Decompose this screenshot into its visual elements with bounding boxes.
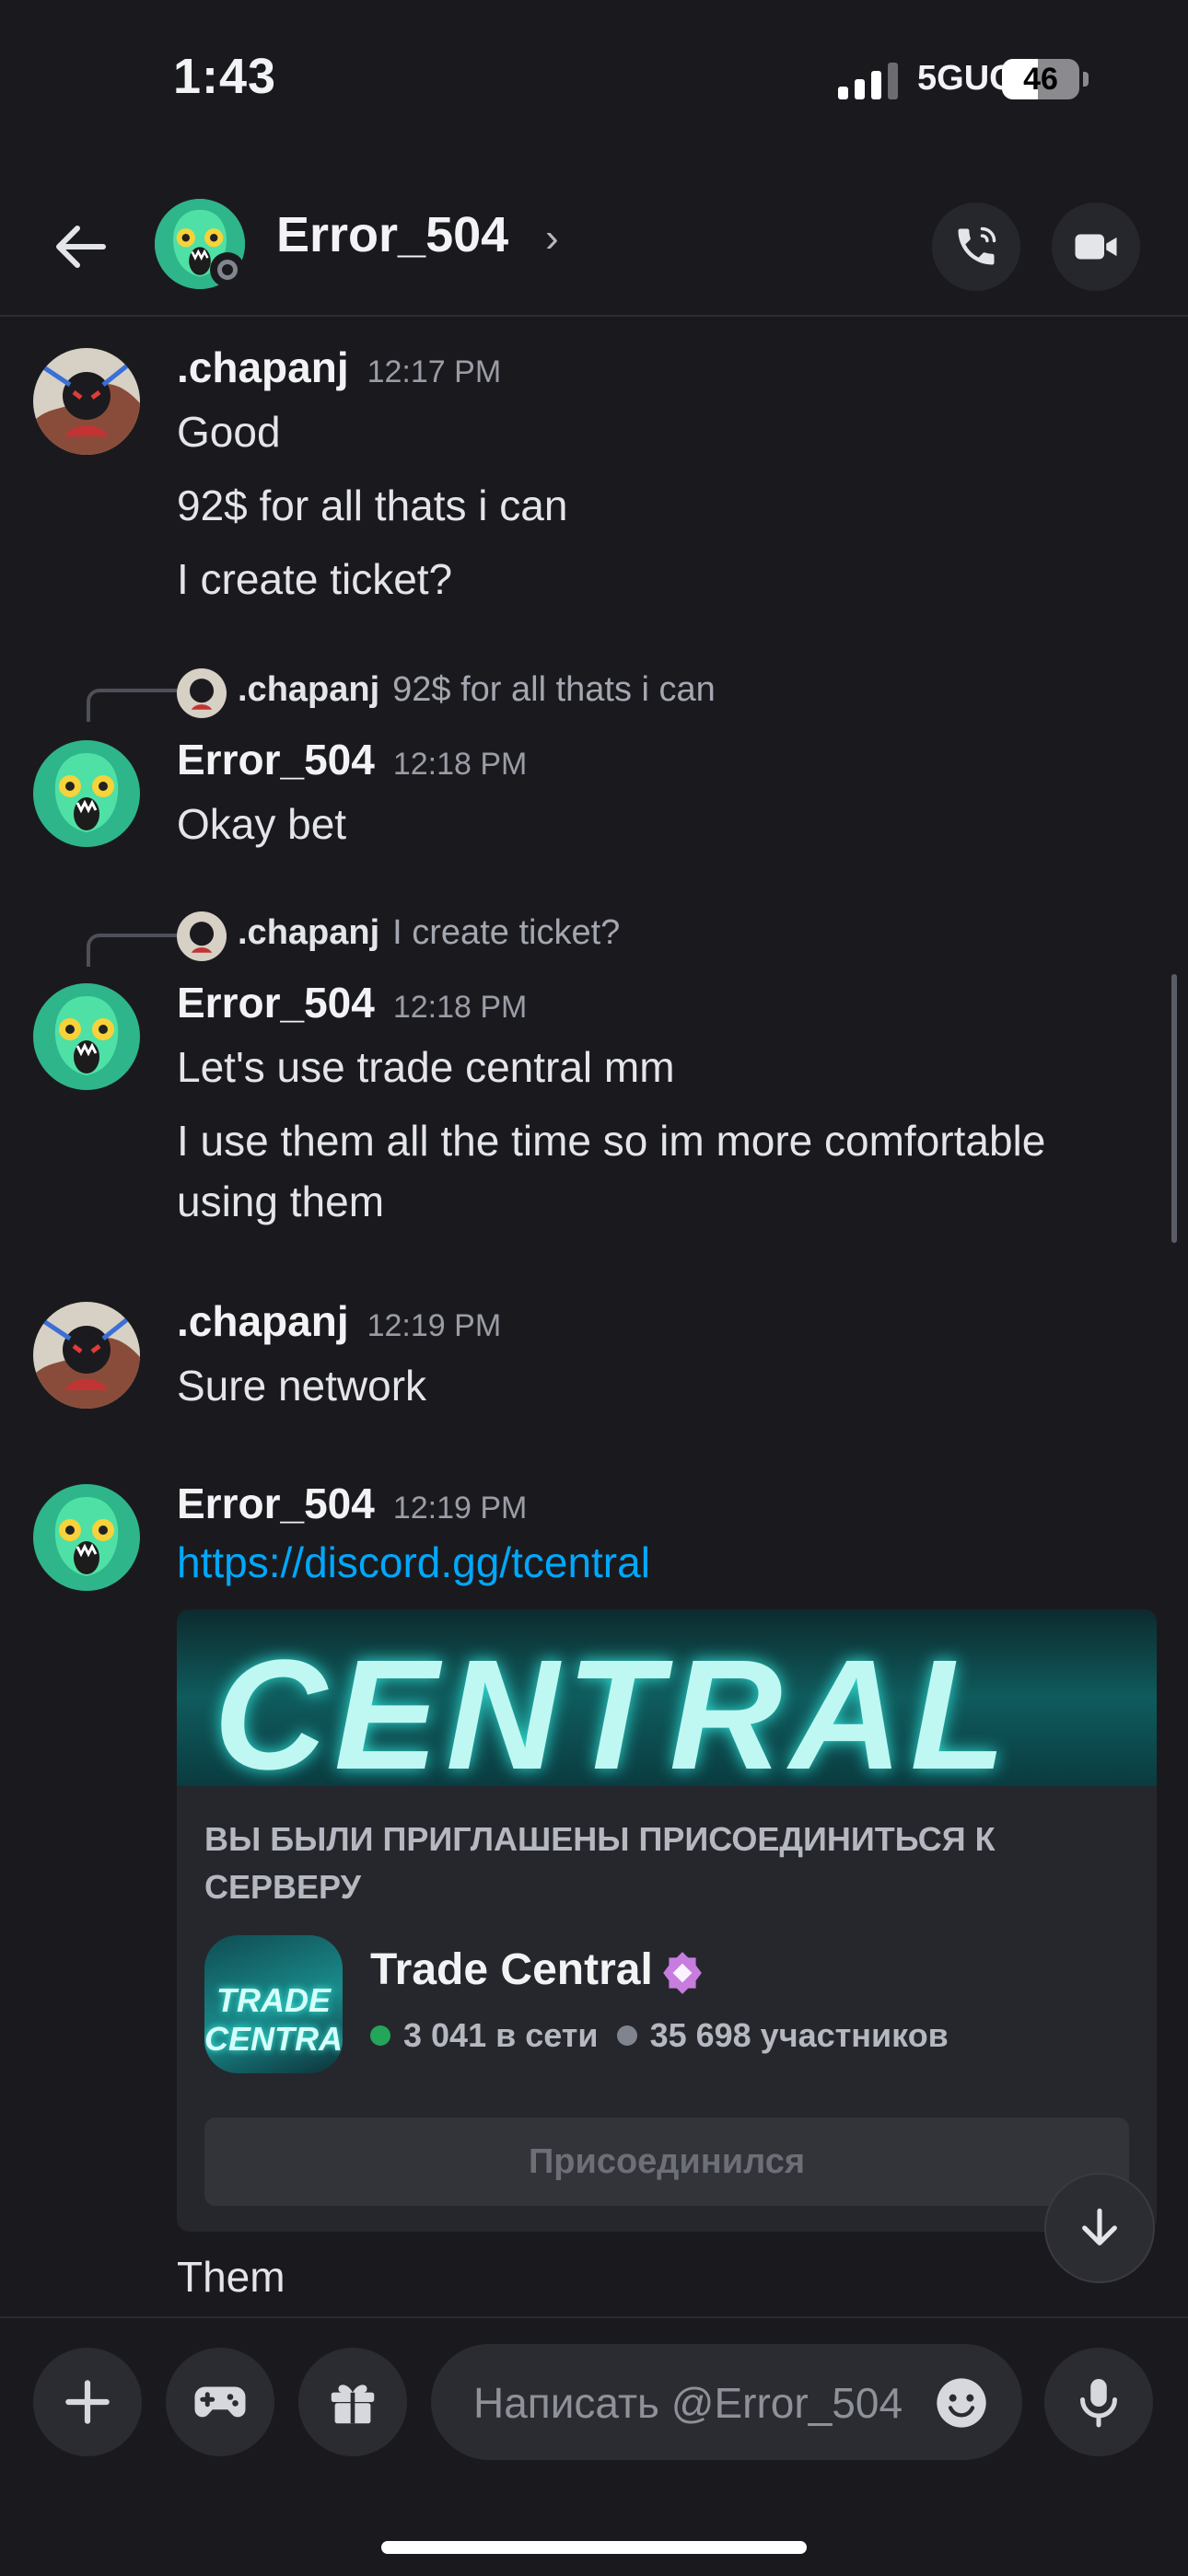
message-header: Error_504 12:19 PM xyxy=(177,1479,527,1528)
chat-header: Error_504 › xyxy=(0,184,1188,317)
microphone-icon xyxy=(1080,2379,1117,2428)
timestamp: 12:19 PM xyxy=(392,1491,528,1526)
voice-call-button[interactable] xyxy=(932,203,1020,291)
battery-level: 46 xyxy=(1023,62,1058,97)
server-invite-card: CENTRAL ВЫ БЫЛИ ПРИГЛАШЕНЫ ПРИСОЕДИНИТЬС… xyxy=(177,1609,1157,2232)
message-text: Okay bet xyxy=(177,800,347,848)
reply-avatar xyxy=(177,668,227,718)
username[interactable]: Error_504 xyxy=(177,1479,375,1527)
message-text: 92$ for all thats i can xyxy=(177,482,568,529)
reply-avatar xyxy=(177,911,227,961)
message-text: Sure network xyxy=(177,1362,427,1410)
message-text: I use them all the time so im more comfo… xyxy=(177,1117,1046,1225)
username[interactable]: Error_504 xyxy=(177,736,375,783)
server-name[interactable]: Trade Central xyxy=(370,1944,653,1995)
reply-connector xyxy=(87,689,177,722)
reply-author: .chapanj xyxy=(238,670,380,709)
invite-heading: ВЫ БЫЛИ ПРИГЛАШЕНЫ ПРИСОЕДИНИТЬСЯ К СЕРВ… xyxy=(204,1820,996,1906)
reply-text: I create ticket? xyxy=(392,913,621,952)
username[interactable]: Error_504 xyxy=(177,979,375,1027)
battery-icon: 46 xyxy=(1002,59,1079,99)
scrollbar[interactable] xyxy=(1171,974,1177,1243)
video-call-button[interactable] xyxy=(1052,203,1140,291)
username[interactable]: .chapanj xyxy=(177,343,349,391)
smiley-icon xyxy=(937,2378,986,2428)
signal-icon xyxy=(838,61,898,99)
activities-button[interactable] xyxy=(166,2348,274,2456)
timestamp: 12:18 PM xyxy=(392,747,528,782)
online-dot xyxy=(370,2025,390,2046)
joined-button[interactable]: Присоединился xyxy=(204,2118,1129,2206)
gift-icon xyxy=(331,2385,375,2424)
server-icon-text: TRADE CENTRAL xyxy=(204,1981,343,2058)
reply-connector xyxy=(87,934,177,967)
banner-text: CENTRAL xyxy=(214,1628,1014,1786)
reply-preview[interactable]: .chapanj I create ticket? xyxy=(238,913,620,953)
online-count: 3 041 в сети xyxy=(403,2016,599,2054)
partner-badge-icon xyxy=(659,1950,705,1996)
members-dot xyxy=(616,2025,637,2046)
plus-icon xyxy=(65,2380,110,2424)
username[interactable]: .chapanj xyxy=(177,1297,349,1345)
message-header: .chapanj 12:19 PM xyxy=(177,1296,501,1346)
timestamp: 12:18 PM xyxy=(392,990,528,1025)
arrow-left-icon xyxy=(56,226,106,268)
arrow-down-icon xyxy=(1082,2208,1117,2245)
gift-button[interactable] xyxy=(298,2348,407,2456)
avatar[interactable] xyxy=(33,1484,140,1591)
message-input-wrapper xyxy=(431,2344,1022,2462)
avatar[interactable] xyxy=(33,348,140,455)
invite-banner: CENTRAL xyxy=(177,1609,1157,1786)
status-indicator xyxy=(210,252,245,287)
avatar[interactable] xyxy=(33,983,140,1090)
message-header: .chapanj 12:17 PM xyxy=(177,342,501,392)
avatar[interactable] xyxy=(33,1302,140,1409)
status-time: 1:43 xyxy=(173,49,277,104)
server-icon[interactable]: TRADE CENTRAL xyxy=(204,1935,343,2073)
server-stats: 3 041 в сети 35 698 участников xyxy=(370,2016,949,2055)
page-title[interactable]: Error_504 xyxy=(276,206,508,263)
invite-link[interactable]: https://discord.gg/tcentral xyxy=(177,1537,650,1587)
avatar[interactable] xyxy=(33,740,140,847)
video-camera-icon xyxy=(1075,234,1117,260)
back-button[interactable] xyxy=(44,210,118,284)
reply-preview[interactable]: .chapanj 92$ for all thats i can xyxy=(238,670,716,710)
reply-text: 92$ for all thats i can xyxy=(392,670,716,709)
chevron-right-icon[interactable]: › xyxy=(545,215,559,261)
emoji-button[interactable] xyxy=(932,2373,991,2432)
reply-author: .chapanj xyxy=(238,913,380,952)
jump-to-bottom-button[interactable] xyxy=(1044,2173,1155,2283)
add-attachment-button[interactable] xyxy=(33,2348,142,2456)
message-text: Them xyxy=(177,2253,285,2301)
timestamp: 12:17 PM xyxy=(367,354,502,389)
gamepad-icon xyxy=(194,2386,246,2418)
message-text: Let's use trade central mm xyxy=(177,1043,675,1091)
voice-message-button[interactable] xyxy=(1044,2348,1153,2456)
message-text: I create ticket? xyxy=(177,555,453,603)
message-header: Error_504 12:18 PM xyxy=(177,735,527,784)
home-indicator xyxy=(381,2541,807,2554)
network-label: 5GUC xyxy=(917,59,1015,98)
message-header: Error_504 12:18 PM xyxy=(177,978,527,1027)
timestamp: 12:19 PM xyxy=(367,1308,502,1343)
battery-tip xyxy=(1083,72,1089,87)
message-text: Good xyxy=(177,408,281,456)
message-composer xyxy=(0,2316,1188,2576)
message-input[interactable] xyxy=(472,2344,908,2462)
members-count: 35 698 участников xyxy=(649,2016,949,2054)
phone-icon xyxy=(958,226,996,265)
